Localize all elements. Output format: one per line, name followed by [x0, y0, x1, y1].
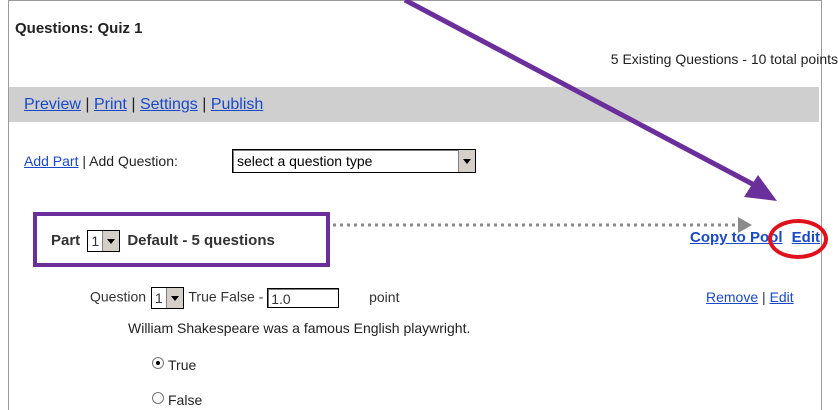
- points-input[interactable]: 1.0: [267, 288, 340, 308]
- part-description: Default - 5 questions: [127, 231, 275, 249]
- print-link[interactable]: Print: [94, 96, 127, 113]
- question-edit-link[interactable]: Edit: [770, 289, 794, 305]
- question-label: Question: [90, 288, 147, 305]
- chevron-down-icon[interactable]: [458, 150, 475, 172]
- question-type-value: select a question type: [237, 153, 373, 169]
- separator: |: [131, 96, 136, 113]
- remove-link[interactable]: Remove: [706, 289, 758, 305]
- publish-link[interactable]: Publish: [211, 96, 263, 113]
- radio-checked-icon[interactable]: [152, 357, 164, 369]
- option-true[interactable]: True: [152, 357, 196, 373]
- separator: |: [202, 96, 207, 113]
- question-type-select[interactable]: select a question type: [232, 149, 476, 173]
- chevron-down-icon[interactable]: [165, 288, 183, 308]
- part-row: Part 1 Default - 5 questions: [51, 230, 275, 252]
- separator: |: [82, 153, 87, 169]
- add-row: Add Part | Add Question:: [24, 153, 178, 169]
- option-false[interactable]: False: [152, 392, 202, 408]
- question-number-value: 1: [154, 290, 163, 306]
- part-label: Part: [51, 231, 81, 249]
- toolbar-links: Preview | Print | Settings | Publish: [24, 96, 263, 114]
- question-row: Question 1 True False - 1.0 point: [90, 287, 399, 309]
- points-label: point: [369, 288, 400, 305]
- chevron-down-icon[interactable]: [102, 231, 120, 251]
- existing-questions-summary: 5 Existing Questions - 10 total points: [610, 51, 838, 67]
- option-label: False: [168, 392, 203, 408]
- preview-link[interactable]: Preview: [24, 96, 81, 113]
- radio-unchecked-icon[interactable]: [152, 392, 164, 404]
- add-question-label: Add Question:: [89, 153, 178, 169]
- separator: |: [762, 289, 766, 305]
- option-label: True: [168, 357, 197, 373]
- page-title: Questions: Quiz 1: [15, 20, 143, 37]
- part-number-select[interactable]: 1: [87, 230, 121, 252]
- question-type: True False -: [188, 288, 264, 305]
- settings-link[interactable]: Settings: [140, 96, 198, 113]
- separator: |: [85, 96, 90, 113]
- question-actions: Remove | Edit: [706, 289, 794, 305]
- question-text: William Shakespeare was a famous English…: [128, 320, 471, 336]
- question-number-select[interactable]: 1: [150, 287, 184, 309]
- part-number-value: 1: [91, 233, 100, 249]
- add-part-link[interactable]: Add Part: [24, 153, 78, 169]
- edit-highlight-circle: [768, 219, 828, 259]
